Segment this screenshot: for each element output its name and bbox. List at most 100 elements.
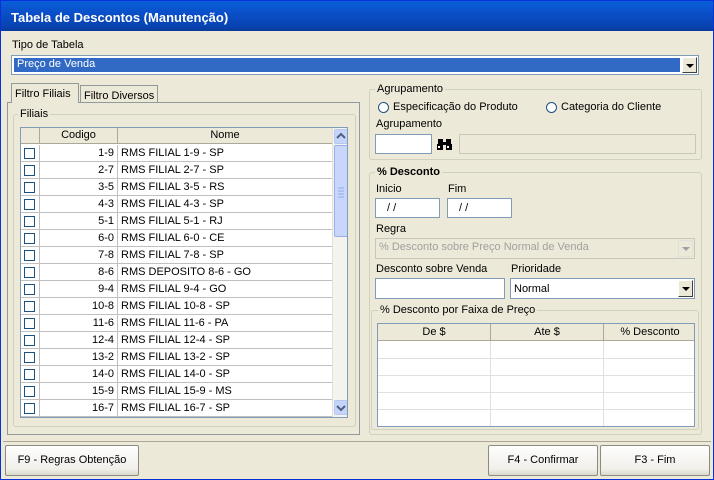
row-checkbox-cell[interactable] — [21, 247, 40, 264]
codigo-cell: 3-5 — [40, 179, 118, 196]
nome-cell: RMS FILIAL 12-4 - SP — [118, 332, 333, 349]
row-checkbox[interactable] — [24, 233, 35, 244]
regra-value: % Desconto sobre Preço Normal de Venda — [379, 241, 589, 253]
row-checkbox-cell[interactable] — [21, 230, 40, 247]
row-checkbox-cell[interactable] — [21, 213, 40, 230]
desconto-venda-input[interactable] — [375, 278, 505, 299]
row-checkbox[interactable] — [24, 335, 35, 346]
row-divider — [378, 375, 694, 376]
row-divider — [378, 358, 694, 359]
header-ate[interactable]: Ate $ — [491, 324, 604, 341]
table-row[interactable]: 12-4 RMS FILIAL 12-4 - SP — [21, 332, 336, 349]
binoculars-search-button[interactable] — [434, 134, 456, 154]
row-checkbox-cell[interactable] — [21, 162, 40, 179]
scroll-thumb[interactable] — [334, 145, 347, 237]
nome-cell: RMS FILIAL 6-0 - CE — [118, 230, 333, 247]
tab-filtro-diversos[interactable]: Filtro Diversos — [80, 85, 158, 103]
row-checkbox[interactable] — [24, 369, 35, 380]
header-codigo[interactable]: Codigo — [40, 128, 118, 144]
table-row[interactable]: 2-7 RMS FILIAL 2-7 - SP — [21, 162, 336, 179]
table-row[interactable]: 13-2 RMS FILIAL 13-2 - SP — [21, 349, 336, 366]
row-checkbox[interactable] — [24, 301, 35, 312]
vertical-scrollbar[interactable] — [332, 128, 347, 417]
row-checkbox-cell[interactable] — [21, 315, 40, 332]
header-de[interactable]: De $ — [378, 324, 491, 341]
row-checkbox[interactable] — [24, 403, 35, 414]
row-checkbox-cell[interactable] — [21, 281, 40, 298]
regra-select: % Desconto sobre Preço Normal de Venda — [375, 238, 695, 259]
tipo-tabela-label: Tipo de Tabela — [12, 39, 84, 51]
table-row[interactable]: 3-5 RMS FILIAL 3-5 - RS — [21, 179, 336, 196]
row-checkbox-cell[interactable] — [21, 349, 40, 366]
table-row[interactable]: 8-6 RMS DEPOSITO 8-6 - GO — [21, 264, 336, 281]
header-desconto[interactable]: % Desconto — [604, 324, 694, 341]
nome-cell: RMS FILIAL 5-1 - RJ — [118, 213, 333, 230]
row-checkbox-cell[interactable] — [21, 400, 40, 417]
codigo-cell: 15-9 — [40, 383, 118, 400]
table-row[interactable]: 10-8 RMS FILIAL 10-8 - SP — [21, 298, 336, 315]
bottom-divider — [3, 441, 711, 442]
table-row[interactable]: 1-9 RMS FILIAL 1-9 - SP — [21, 145, 336, 162]
row-checkbox[interactable] — [24, 199, 35, 210]
codigo-cell: 9-4 — [40, 281, 118, 298]
row-checkbox[interactable] — [24, 165, 35, 176]
categoria-radio[interactable] — [546, 102, 557, 113]
tab-filtro-filiais[interactable]: Filtro Filiais — [11, 83, 79, 103]
selection-highlight — [14, 58, 680, 72]
row-checkbox[interactable] — [24, 318, 35, 329]
nome-cell: RMS FILIAL 2-7 - SP — [118, 162, 333, 179]
table-row[interactable]: 6-0 RMS FILIAL 6-0 - CE — [21, 230, 336, 247]
codigo-cell: 7-8 — [40, 247, 118, 264]
prioridade-select[interactable]: Normal — [510, 278, 695, 299]
fim-date-input[interactable]: / / — [447, 198, 512, 218]
row-checkbox[interactable] — [24, 216, 35, 227]
codigo-cell: 1-9 — [40, 145, 118, 162]
row-checkbox-cell[interactable] — [21, 366, 40, 383]
filiais-table: Codigo Nome 1-9 RMS FILIAL 1-9 - SP 2-7 RMS… — [20, 127, 348, 418]
header-nome[interactable]: Nome — [118, 128, 333, 144]
faixa-group-title: % Desconto por Faixa de Preço — [378, 304, 538, 316]
main-window: Tabela de Descontos (Manutenção) Tipo de… — [0, 0, 714, 480]
table-row[interactable]: 11-6 RMS FILIAL 11-6 - PA — [21, 315, 336, 332]
inicio-date-input[interactable]: / / — [375, 198, 440, 218]
nome-cell: RMS FILIAL 7-8 - SP — [118, 247, 333, 264]
row-checkbox-cell[interactable] — [21, 264, 40, 281]
row-checkbox[interactable] — [24, 182, 35, 193]
agrupamento-field-label: Agrupamento — [376, 118, 443, 130]
codigo-cell: 14-0 — [40, 366, 118, 383]
row-checkbox-cell[interactable] — [21, 179, 40, 196]
tipo-tabela-select[interactable]: Preço de Venda — [11, 55, 699, 75]
table-row[interactable]: 5-1 RMS FILIAL 5-1 - RJ — [21, 213, 336, 230]
row-checkbox[interactable] — [24, 284, 35, 295]
row-checkbox-cell[interactable] — [21, 332, 40, 349]
scroll-down-button[interactable] — [334, 400, 347, 415]
table-row[interactable]: 9-4 RMS FILIAL 9-4 - GO — [21, 281, 336, 298]
row-checkbox[interactable] — [24, 148, 35, 159]
especificacao-label[interactable]: Especificação do Produto — [393, 101, 518, 113]
table-row[interactable]: 16-7 RMS FILIAL 16-7 - SP — [21, 400, 336, 417]
table-row[interactable]: 7-8 RMS FILIAL 7-8 - SP — [21, 247, 336, 264]
row-checkbox[interactable] — [24, 250, 35, 261]
agrupamento-code-input[interactable] — [375, 134, 432, 154]
row-checkbox-cell[interactable] — [21, 196, 40, 213]
table-row[interactable]: 4-3 RMS FILIAL 4-3 - SP — [21, 196, 336, 213]
regras-obtencao-button[interactable]: F9 - Regras Obtenção — [5, 445, 139, 476]
row-checkbox[interactable] — [24, 386, 35, 397]
row-checkbox[interactable] — [24, 352, 35, 363]
fim-button[interactable]: F3 - Fim — [600, 445, 710, 476]
especificacao-radio[interactable] — [378, 102, 389, 113]
nome-cell: RMS FILIAL 13-2 - SP — [118, 349, 333, 366]
confirmar-button[interactable]: F4 - Confirmar — [488, 445, 598, 476]
chevron-down-icon[interactable] — [678, 280, 693, 297]
fim-label: Fim — [448, 183, 467, 195]
row-checkbox-cell[interactable] — [21, 298, 40, 315]
nome-cell: RMS FILIAL 14-0 - SP — [118, 366, 333, 383]
scroll-up-button[interactable] — [334, 129, 347, 144]
row-checkbox[interactable] — [24, 267, 35, 278]
row-checkbox-cell[interactable] — [21, 383, 40, 400]
chevron-down-icon[interactable] — [682, 57, 697, 73]
table-row[interactable]: 15-9 RMS FILIAL 15-9 - MS — [21, 383, 336, 400]
table-row[interactable]: 14-0 RMS FILIAL 14-0 - SP — [21, 366, 336, 383]
categoria-label[interactable]: Categoria do Cliente — [561, 101, 661, 113]
row-checkbox-cell[interactable] — [21, 145, 40, 162]
